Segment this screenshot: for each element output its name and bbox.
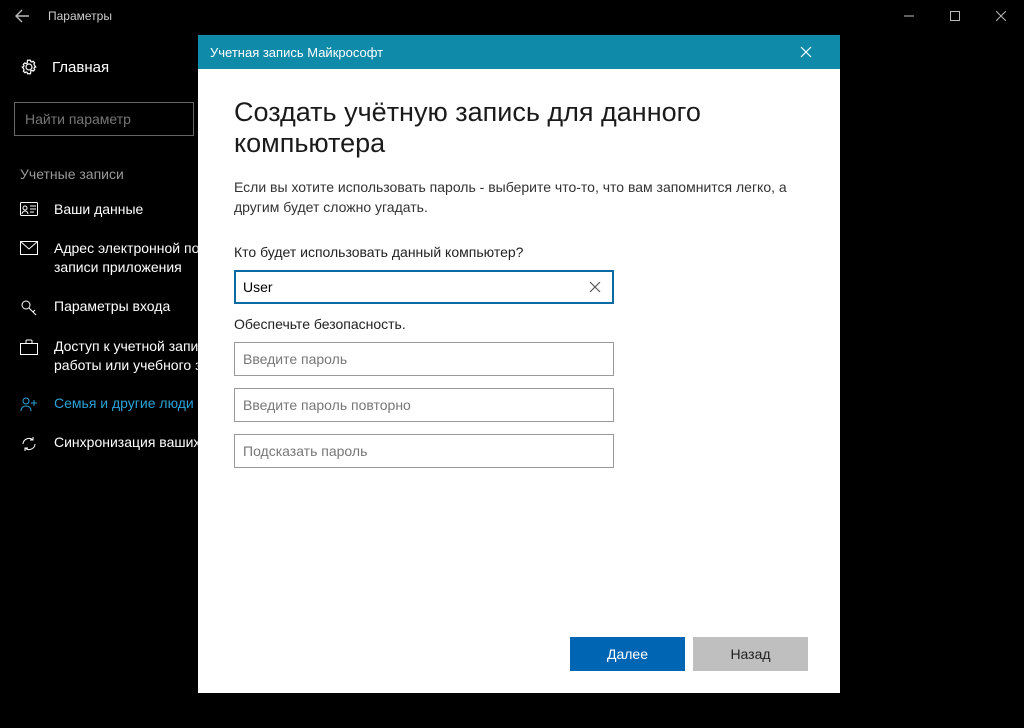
next-button[interactable]: Далее xyxy=(570,637,685,671)
ms-account-dialog: Учетная запись Майкрософт Создать учётну… xyxy=(198,35,840,693)
back-button[interactable]: Назад xyxy=(693,637,808,671)
dialog-intro: Если вы хотите использовать пароль - выб… xyxy=(234,177,794,218)
sync-icon xyxy=(20,433,42,453)
back-button-label: Назад xyxy=(730,646,770,662)
key-icon xyxy=(20,297,42,317)
sidebar-item-label: Параметры входа xyxy=(54,297,170,316)
password-field-wrapper xyxy=(234,342,614,376)
username-input[interactable] xyxy=(243,279,585,295)
maximize-button[interactable] xyxy=(932,0,978,32)
next-button-label: Далее xyxy=(607,646,648,662)
maximize-icon xyxy=(950,11,960,21)
person-card-icon xyxy=(20,200,42,216)
question-who: Кто будет использовать данный компьютер? xyxy=(234,244,804,260)
clear-input-button[interactable] xyxy=(585,281,605,293)
dialog-titlebar: Учетная запись Майкрософт xyxy=(198,35,840,69)
dialog-title-text: Учетная запись Майкрософт xyxy=(210,45,383,60)
close-button[interactable] xyxy=(978,0,1024,32)
briefcase-icon xyxy=(20,337,42,355)
window-titlebar: Параметры xyxy=(0,0,1024,32)
arrow-left-icon xyxy=(14,8,30,24)
question-security: Обеспечьте безопасность. xyxy=(234,316,804,332)
password-input[interactable] xyxy=(243,351,605,367)
window-title: Параметры xyxy=(48,9,112,23)
password-hint-field-wrapper xyxy=(234,434,614,468)
close-icon xyxy=(996,11,1006,21)
minimize-button[interactable] xyxy=(886,0,932,32)
gear-icon xyxy=(20,58,38,76)
close-icon xyxy=(800,46,812,58)
minimize-icon xyxy=(904,11,914,21)
password-confirm-input[interactable] xyxy=(243,397,605,413)
password-hint-input[interactable] xyxy=(243,443,605,459)
mail-icon xyxy=(20,239,42,255)
back-button[interactable] xyxy=(0,8,44,24)
sidebar-item-label: Семья и другие люди xyxy=(54,394,194,413)
search-input[interactable] xyxy=(14,102,194,136)
password-confirm-field-wrapper xyxy=(234,388,614,422)
close-icon xyxy=(589,281,601,293)
dialog-close-button[interactable] xyxy=(800,46,828,58)
sidebar-item-label: Ваши данные xyxy=(54,200,143,219)
dialog-heading: Создать учётную запись для данного компь… xyxy=(234,97,804,159)
add-user-icon xyxy=(20,394,42,412)
sidebar-home-label: Главная xyxy=(52,59,109,76)
username-field-wrapper xyxy=(234,270,614,304)
